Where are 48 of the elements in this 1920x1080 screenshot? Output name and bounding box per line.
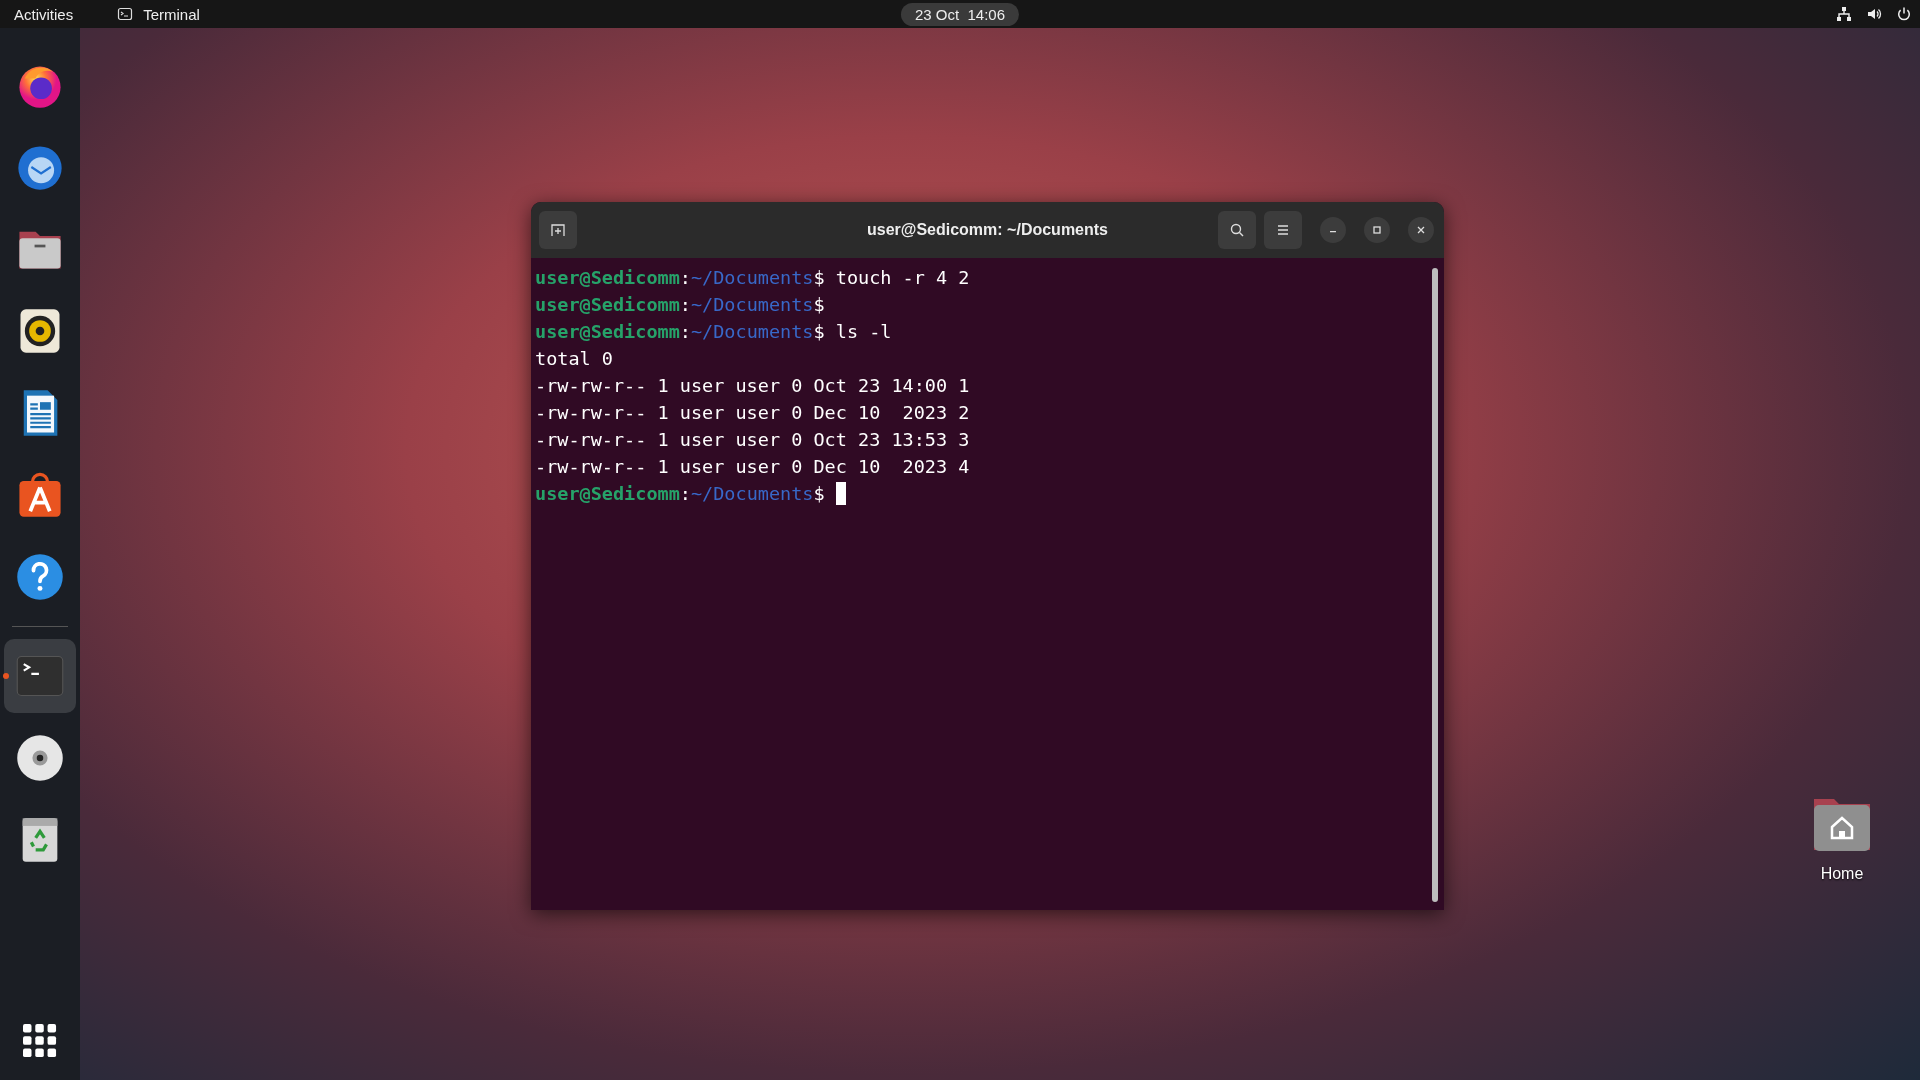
prompt-dollar: $ (813, 321, 825, 342)
search-button[interactable] (1218, 211, 1256, 249)
volume-icon[interactable] (1866, 6, 1882, 22)
prompt-colon: : (679, 321, 691, 342)
prompt-path: ~/Documents (690, 294, 814, 315)
window-title: user@Sedicomm: ~/Documents (867, 221, 1108, 239)
prompt-path: ~/Documents (690, 267, 814, 288)
prompt-dollar: $ (813, 483, 825, 504)
prompt-dollar: $ (813, 267, 825, 288)
prompt-user: user@Sedicomm (535, 294, 680, 315)
network-icon[interactable] (1836, 6, 1852, 22)
app-grid-icon[interactable] (23, 1024, 57, 1058)
scrollbar[interactable] (1432, 268, 1438, 902)
command-text: touch -r 4 2 (834, 267, 970, 288)
output-line: -rw-rw-r-- 1 user user 0 Oct 23 13:53 3 (535, 429, 970, 450)
minimize-icon (1327, 231, 1339, 233)
prompt-user: user@Sedicomm (535, 321, 680, 342)
prompt-path: ~/Documents (690, 321, 814, 342)
prompt-colon: : (679, 267, 691, 288)
maximize-icon (1371, 224, 1383, 236)
output-line: -rw-rw-r-- 1 user user 0 Dec 10 2023 4 (535, 456, 970, 477)
running-dot (3, 673, 9, 679)
new-tab-button[interactable] (539, 211, 577, 249)
desktop-icon-label: Home (1820, 865, 1864, 883)
command-text: ls -l (834, 321, 892, 342)
power-icon[interactable] (1896, 6, 1912, 22)
clock-button[interactable]: 23 Oct 14:06 (900, 2, 1020, 26)
prompt-user: user@Sedicomm (535, 483, 680, 504)
prompt-user: user@Sedicomm (535, 267, 680, 288)
activities-button[interactable]: Activities (10, 3, 78, 25)
output-line: total 0 (535, 348, 613, 369)
menu-button[interactable] (1264, 211, 1302, 249)
prompt-dollar: $ (813, 294, 825, 315)
plus-tab-icon (550, 222, 566, 238)
prompt-colon: : (679, 483, 691, 504)
search-icon (1229, 222, 1245, 238)
terminal-icon (117, 6, 134, 22)
menu-icon (1275, 222, 1291, 238)
prompt-path: ~/Documents (690, 483, 814, 504)
close-icon (1415, 224, 1427, 236)
close-button[interactable] (1408, 217, 1434, 243)
prompt-colon: : (679, 294, 691, 315)
maximize-button[interactable] (1364, 217, 1390, 243)
output-line: -rw-rw-r-- 1 user user 0 Dec 10 2023 2 (535, 402, 970, 423)
disc-icon[interactable] (14, 732, 66, 784)
app-menu-button[interactable]: Terminal (139, 3, 204, 25)
output-line: -rw-rw-r-- 1 user user 0 Oct 23 14:00 1 (535, 375, 970, 396)
help-icon[interactable] (14, 551, 66, 603)
